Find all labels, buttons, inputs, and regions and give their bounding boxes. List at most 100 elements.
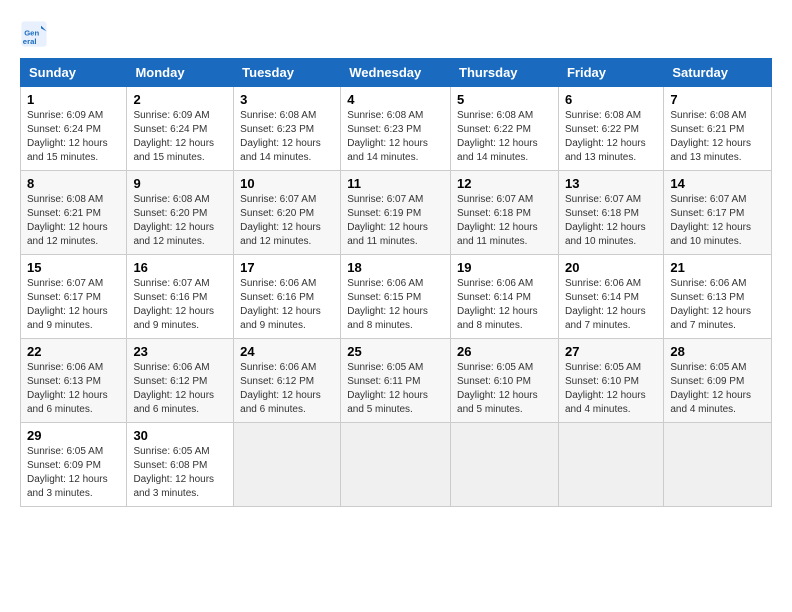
day-info: Sunrise: 6:05 AMSunset: 6:11 PMDaylight:… xyxy=(347,361,444,417)
calendar-cell xyxy=(341,423,451,507)
day-info: Sunrise: 6:08 AMSunset: 6:21 PMDaylight:… xyxy=(27,193,120,249)
day-number: 24 xyxy=(240,344,334,359)
calendar-cell: 17 Sunrise: 6:06 AMSunset: 6:16 PMDayligh… xyxy=(234,255,341,339)
calendar-week-4: 22 Sunrise: 6:06 AMSunset: 6:13 PMDayligh… xyxy=(21,339,772,423)
calendar-cell: 18Sunrise: 6:06 AMSunset: 6:15 PMDayligh… xyxy=(341,255,451,339)
day-number: 22 xyxy=(27,344,120,359)
calendar-week-5: 29 Sunrise: 6:05 AMSunset: 6:09 PMDayligh… xyxy=(21,423,772,507)
calendar-cell: 14 Sunrise: 6:07 AMSunset: 6:17 PMDayligh… xyxy=(664,171,772,255)
svg-text:Gen: Gen xyxy=(24,28,39,37)
calendar-cell: 2 Sunrise: 6:09 AMSunset: 6:24 PMDaylight… xyxy=(127,87,234,171)
day-info: Sunrise: 6:08 AMSunset: 6:23 PMDaylight:… xyxy=(347,109,444,165)
day-number: 1 xyxy=(27,92,120,107)
day-number: 28 xyxy=(670,344,765,359)
calendar-cell: 15 Sunrise: 6:07 AMSunset: 6:17 PMDayligh… xyxy=(21,255,127,339)
page-header: Gen eral xyxy=(20,20,772,48)
calendar-cell: 24 Sunrise: 6:06 AMSunset: 6:12 PMDayligh… xyxy=(234,339,341,423)
calendar-cell: 13 Sunrise: 6:07 AMSunset: 6:18 PMDayligh… xyxy=(558,171,663,255)
day-info: Sunrise: 6:06 AMSunset: 6:13 PMDaylight:… xyxy=(27,361,120,417)
calendar-cell: 21Sunrise: 6:06 AMSunset: 6:13 PMDayligh… xyxy=(664,255,772,339)
calendar-cell: 16Sunrise: 6:07 AMSunset: 6:16 PMDayligh… xyxy=(127,255,234,339)
calendar-header-row: SundayMondayTuesdayWednesdayThursdayFrid… xyxy=(21,59,772,87)
calendar-cell: 25 Sunrise: 6:05 AMSunset: 6:11 PMDayligh… xyxy=(341,339,451,423)
calendar-cell: 6 Sunrise: 6:08 AMSunset: 6:22 PMDaylight… xyxy=(558,87,663,171)
day-info: Sunrise: 6:08 AMSunset: 6:21 PMDaylight:… xyxy=(670,109,765,165)
calendar-week-3: 15 Sunrise: 6:07 AMSunset: 6:17 PMDayligh… xyxy=(21,255,772,339)
logo-icon: Gen eral xyxy=(20,20,48,48)
day-info: Sunrise: 6:06 AMSunset: 6:12 PMDaylight:… xyxy=(133,361,227,417)
calendar-cell: 3Sunrise: 6:08 AMSunset: 6:23 PMDaylight… xyxy=(234,87,341,171)
calendar-cell xyxy=(558,423,663,507)
day-info: Sunrise: 6:08 AMSunset: 6:22 PMDaylight:… xyxy=(565,109,657,165)
day-number: 12 xyxy=(457,176,552,191)
calendar-week-1: 1 Sunrise: 6:09 AMSunset: 6:24 PMDaylight… xyxy=(21,87,772,171)
calendar-cell: 12 Sunrise: 6:07 AMSunset: 6:18 PMDayligh… xyxy=(451,171,559,255)
day-number: 13 xyxy=(565,176,657,191)
day-info: Sunrise: 6:09 AMSunset: 6:24 PMDaylight:… xyxy=(133,109,227,165)
logo: Gen eral xyxy=(20,20,52,48)
calendar-cell: 22 Sunrise: 6:06 AMSunset: 6:13 PMDayligh… xyxy=(21,339,127,423)
day-number: 17 xyxy=(240,260,334,275)
day-info: Sunrise: 6:05 AMSunset: 6:09 PMDaylight:… xyxy=(27,445,120,501)
day-info: Sunrise: 6:06 AMSunset: 6:14 PMDaylight:… xyxy=(457,277,552,333)
calendar-cell: 10Sunrise: 6:07 AMSunset: 6:20 PMDayligh… xyxy=(234,171,341,255)
calendar-cell: 8 Sunrise: 6:08 AMSunset: 6:21 PMDaylight… xyxy=(21,171,127,255)
calendar-cell xyxy=(451,423,559,507)
day-number: 14 xyxy=(670,176,765,191)
day-number: 4 xyxy=(347,92,444,107)
day-info: Sunrise: 6:08 AMSunset: 6:22 PMDaylight:… xyxy=(457,109,552,165)
day-number: 6 xyxy=(565,92,657,107)
header-sunday: Sunday xyxy=(21,59,127,87)
day-info: Sunrise: 6:08 AMSunset: 6:23 PMDaylight:… xyxy=(240,109,334,165)
calendar-cell: 29 Sunrise: 6:05 AMSunset: 6:09 PMDayligh… xyxy=(21,423,127,507)
calendar-cell: 19 Sunrise: 6:06 AMSunset: 6:14 PMDayligh… xyxy=(451,255,559,339)
calendar-cell: 27 Sunrise: 6:05 AMSunset: 6:10 PMDayligh… xyxy=(558,339,663,423)
day-number: 29 xyxy=(27,428,120,443)
day-info: Sunrise: 6:07 AMSunset: 6:17 PMDaylight:… xyxy=(670,193,765,249)
day-info: Sunrise: 6:05 AMSunset: 6:08 PMDaylight:… xyxy=(133,445,227,501)
calendar-cell: 7 Sunrise: 6:08 AMSunset: 6:21 PMDaylight… xyxy=(664,87,772,171)
calendar-cell: 28Sunrise: 6:05 AMSunset: 6:09 PMDayligh… xyxy=(664,339,772,423)
day-number: 26 xyxy=(457,344,552,359)
day-number: 5 xyxy=(457,92,552,107)
day-info: Sunrise: 6:07 AMSunset: 6:18 PMDaylight:… xyxy=(457,193,552,249)
header-tuesday: Tuesday xyxy=(234,59,341,87)
day-info: Sunrise: 6:09 AMSunset: 6:24 PMDaylight:… xyxy=(27,109,120,165)
day-number: 2 xyxy=(133,92,227,107)
day-number: 27 xyxy=(565,344,657,359)
calendar-cell: 20Sunrise: 6:06 AMSunset: 6:14 PMDayligh… xyxy=(558,255,663,339)
day-info: Sunrise: 6:06 AMSunset: 6:15 PMDaylight:… xyxy=(347,277,444,333)
calendar-cell: 9 Sunrise: 6:08 AMSunset: 6:20 PMDaylight… xyxy=(127,171,234,255)
day-info: Sunrise: 6:06 AMSunset: 6:16 PMDaylight:… xyxy=(240,277,334,333)
day-number: 19 xyxy=(457,260,552,275)
day-number: 16 xyxy=(133,260,227,275)
day-number: 9 xyxy=(133,176,227,191)
day-number: 11 xyxy=(347,176,444,191)
day-info: Sunrise: 6:07 AMSunset: 6:17 PMDaylight:… xyxy=(27,277,120,333)
day-number: 25 xyxy=(347,344,444,359)
calendar-cell: 4 Sunrise: 6:08 AMSunset: 6:23 PMDaylight… xyxy=(341,87,451,171)
calendar-cell xyxy=(664,423,772,507)
day-info: Sunrise: 6:07 AMSunset: 6:20 PMDaylight:… xyxy=(240,193,334,249)
day-info: Sunrise: 6:08 AMSunset: 6:20 PMDaylight:… xyxy=(133,193,227,249)
day-number: 7 xyxy=(670,92,765,107)
day-number: 20 xyxy=(565,260,657,275)
calendar-cell: 5 Sunrise: 6:08 AMSunset: 6:22 PMDaylight… xyxy=(451,87,559,171)
day-info: Sunrise: 6:07 AMSunset: 6:18 PMDaylight:… xyxy=(565,193,657,249)
header-friday: Friday xyxy=(558,59,663,87)
calendar-cell: 30 Sunrise: 6:05 AMSunset: 6:08 PMDayligh… xyxy=(127,423,234,507)
day-info: Sunrise: 6:06 AMSunset: 6:13 PMDaylight:… xyxy=(670,277,765,333)
day-info: Sunrise: 6:06 AMSunset: 6:12 PMDaylight:… xyxy=(240,361,334,417)
header-saturday: Saturday xyxy=(664,59,772,87)
day-number: 8 xyxy=(27,176,120,191)
header-monday: Monday xyxy=(127,59,234,87)
calendar-cell xyxy=(234,423,341,507)
calendar-week-2: 8 Sunrise: 6:08 AMSunset: 6:21 PMDaylight… xyxy=(21,171,772,255)
day-info: Sunrise: 6:07 AMSunset: 6:19 PMDaylight:… xyxy=(347,193,444,249)
day-number: 30 xyxy=(133,428,227,443)
day-info: Sunrise: 6:05 AMSunset: 6:10 PMDaylight:… xyxy=(565,361,657,417)
svg-text:eral: eral xyxy=(23,37,37,46)
header-thursday: Thursday xyxy=(451,59,559,87)
day-number: 15 xyxy=(27,260,120,275)
calendar-cell: 26Sunrise: 6:05 AMSunset: 6:10 PMDayligh… xyxy=(451,339,559,423)
